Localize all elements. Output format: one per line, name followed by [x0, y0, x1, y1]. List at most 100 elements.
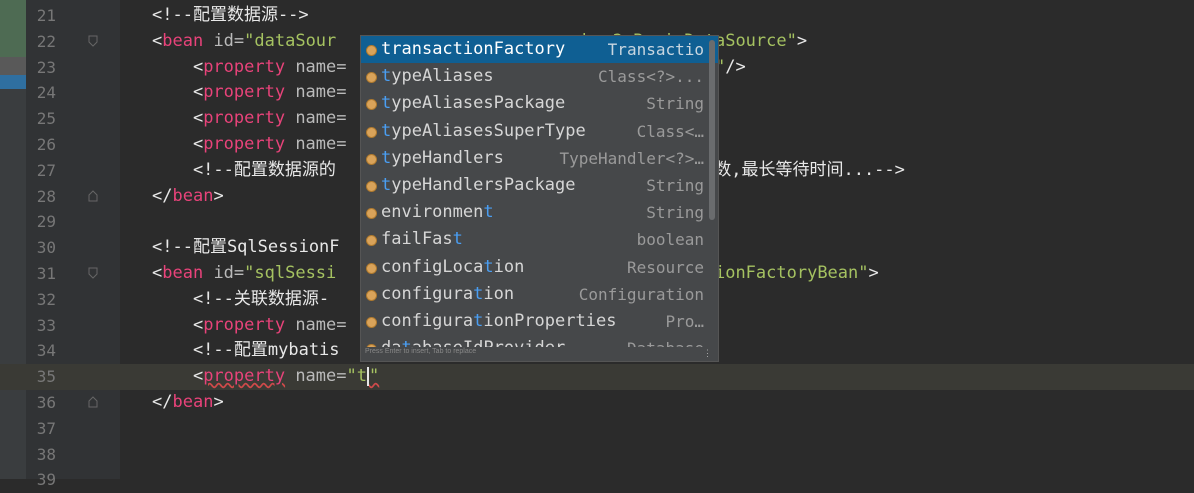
completion-name-part: configura	[381, 310, 474, 331]
code-line-38[interactable]: 38	[0, 442, 1194, 468]
completion-name-part: t	[483, 256, 494, 277]
fold-close-icon[interactable]	[88, 396, 98, 408]
code-token: id=	[203, 30, 245, 51]
code-token: </	[152, 391, 173, 412]
completion-scrollbar[interactable]	[709, 40, 715, 220]
code-token: name=	[285, 108, 347, 129]
completion-item[interactable]: configurationProperties Pro…	[361, 308, 718, 335]
completion-name-part: ypeHandlersPackage	[391, 174, 576, 195]
code-token: <!--配置数据源的	[152, 159, 336, 180]
code-token: bean	[162, 30, 204, 51]
code-token: property	[203, 108, 286, 129]
completion-name-part: t	[483, 202, 494, 223]
completion-name-part: ypeHandlers	[391, 147, 504, 168]
completion-item[interactable]: typeAliasesPackage String	[361, 90, 718, 117]
line-number: 24	[36, 83, 56, 103]
completion-item-type: String	[646, 175, 704, 195]
completion-name-part: t	[381, 147, 392, 168]
line-number: 37	[36, 418, 56, 438]
line-number: 36	[36, 392, 56, 412]
completion-name-part: ransactionFactory	[391, 39, 566, 59]
completion-item-name: configuration	[381, 281, 514, 308]
completion-item-name: typeAliasesSuperType	[381, 118, 586, 145]
completion-name-part: failFas	[381, 229, 453, 250]
completion-item[interactable]: typeAliasesSuperType Class<…	[361, 118, 718, 145]
code-token: property	[203, 82, 286, 103]
property-icon	[366, 208, 377, 220]
code-token: <	[152, 366, 204, 387]
property-icon	[366, 235, 377, 247]
line-number: 34	[36, 341, 56, 361]
completion-item-type: Class<?>...	[598, 67, 704, 87]
code-token: "t	[346, 366, 367, 387]
line-number: 22	[36, 31, 56, 51]
code-token: <!--配置数据源-->	[152, 5, 309, 25]
completion-item[interactable]: typeHandlers TypeHandler<?>…	[361, 145, 718, 172]
fold-close-icon[interactable]	[88, 189, 98, 202]
completion-name-part: t	[381, 39, 392, 59]
completion-item[interactable]: typeAliases Class<?>...	[361, 63, 718, 90]
completion-name-part: ypeAliasesSuperType	[391, 120, 586, 141]
completion-name-part: ypeAliases	[391, 66, 494, 87]
line-number: 28	[36, 186, 56, 206]
line-number: 31	[36, 263, 56, 283]
completion-name-part: t	[381, 174, 392, 195]
property-icon	[366, 72, 377, 84]
completion-footer-hint: Press Enter to insert, Tab to replace	[365, 348, 477, 355]
fold-open-icon[interactable]	[88, 35, 98, 47]
completion-item-name: environment	[381, 199, 494, 226]
completion-name-part: t	[473, 283, 484, 304]
completion-item[interactable]: failFast boolean	[361, 226, 718, 253]
completion-item-type: TypeHandler<?>…	[559, 148, 705, 168]
code-token: <	[152, 30, 163, 51]
more-options-icon[interactable]: ⋮	[703, 348, 712, 359]
completion-item[interactable]: transactionFactory Transactio	[361, 36, 718, 64]
code-text: <!--配置SqlSessionF	[152, 235, 340, 261]
completion-item-type: Pro…	[665, 311, 704, 331]
fold-open-icon[interactable]	[88, 267, 98, 279]
property-icon	[366, 99, 377, 111]
completion-name-part: configLoca	[381, 256, 484, 277]
completion-item-type: String	[646, 203, 704, 223]
line-number: 29	[36, 212, 56, 232]
completion-name-part: t	[452, 229, 463, 250]
completion-item-name: failFast	[381, 226, 463, 253]
code-line-21[interactable]: 21 <!--配置数据源-->	[0, 3, 1194, 29]
code-token: name=	[285, 82, 347, 103]
completion-item-name: typeHandlersPackage	[381, 172, 575, 199]
line-number: 38	[36, 444, 56, 464]
completion-item[interactable]: configLocation Resource	[361, 254, 718, 281]
completion-name-part: t	[381, 93, 392, 114]
completion-item-type: Configuration	[578, 284, 704, 304]
code-token: id=	[203, 262, 245, 283]
completion-item[interactable]: environment String	[361, 199, 718, 226]
completion-popup[interactable]: transactionFactory Transactio typeAliases C…	[360, 35, 719, 362]
code-token: >	[213, 185, 224, 206]
code-text: <!--配置数据源-->	[152, 3, 309, 29]
code-text: <!--关联数据源-	[152, 287, 329, 313]
line-number: 33	[36, 315, 56, 335]
code-line-39[interactable]: 39	[0, 467, 1194, 493]
code-token: name=	[285, 133, 347, 154]
code-token: "	[368, 366, 380, 387]
code-token: property	[203, 366, 286, 387]
code-token: <!--关联数据源-	[152, 288, 330, 309]
code-token: >	[213, 391, 224, 412]
code-token: />	[725, 56, 746, 77]
code-token: property	[203, 314, 286, 335]
code-token: <	[152, 108, 204, 129]
completion-item-name: transactionFactory	[381, 36, 565, 63]
code-line-35[interactable]: 35 <property name="t "	[0, 364, 1194, 390]
completion-name-part: environmen	[381, 202, 484, 223]
line-number: 30	[36, 238, 56, 258]
line-number: 35	[36, 367, 56, 387]
completion-item[interactable]: configuration Configuration	[361, 281, 718, 308]
code-line-36[interactable]: 36 </bean>	[0, 390, 1194, 416]
completion-item-type: boolean	[636, 230, 704, 250]
code-token: <	[152, 262, 163, 283]
completion-name-part: t	[381, 66, 392, 87]
completion-item-type: Class<…	[636, 121, 704, 141]
line-number: 39	[36, 470, 56, 490]
code-line-37[interactable]: 37	[0, 416, 1194, 442]
completion-item[interactable]: typeHandlersPackage String	[361, 172, 718, 199]
